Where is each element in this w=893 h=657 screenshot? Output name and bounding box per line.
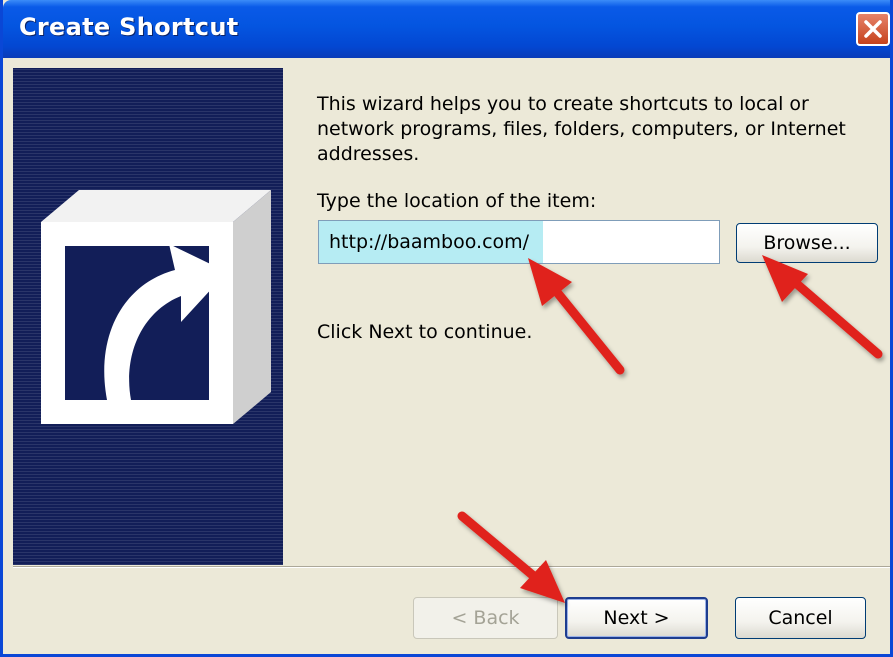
continue-text: Click Next to continue. <box>317 321 533 343</box>
next-button[interactable]: Next > <box>565 597 708 639</box>
location-label: Type the location of the item: <box>317 190 597 212</box>
cancel-button[interactable]: Cancel <box>735 597 866 639</box>
browse-button[interactable]: Browse... <box>736 223 878 263</box>
shortcut-arrow-icon <box>41 190 271 424</box>
location-value: http://baamboo.com/ <box>329 231 530 253</box>
window-title: Create Shortcut <box>19 13 239 41</box>
close-icon <box>864 20 882 38</box>
wizard-content: This wizard helps you to create shortcut… <box>283 68 890 565</box>
wizard-sidebar <box>13 68 283 565</box>
back-button[interactable]: < Back <box>413 597 558 639</box>
intro-text: This wizard helps you to create shortcut… <box>317 93 846 165</box>
location-input[interactable]: http://baamboo.com/ <box>318 220 720 264</box>
title-bar[interactable]: Create Shortcut <box>3 0 890 58</box>
create-shortcut-dialog: Create Shortcut This wizard helps you to… <box>0 0 893 657</box>
close-button[interactable] <box>856 12 890 46</box>
footer-separator <box>13 566 890 568</box>
